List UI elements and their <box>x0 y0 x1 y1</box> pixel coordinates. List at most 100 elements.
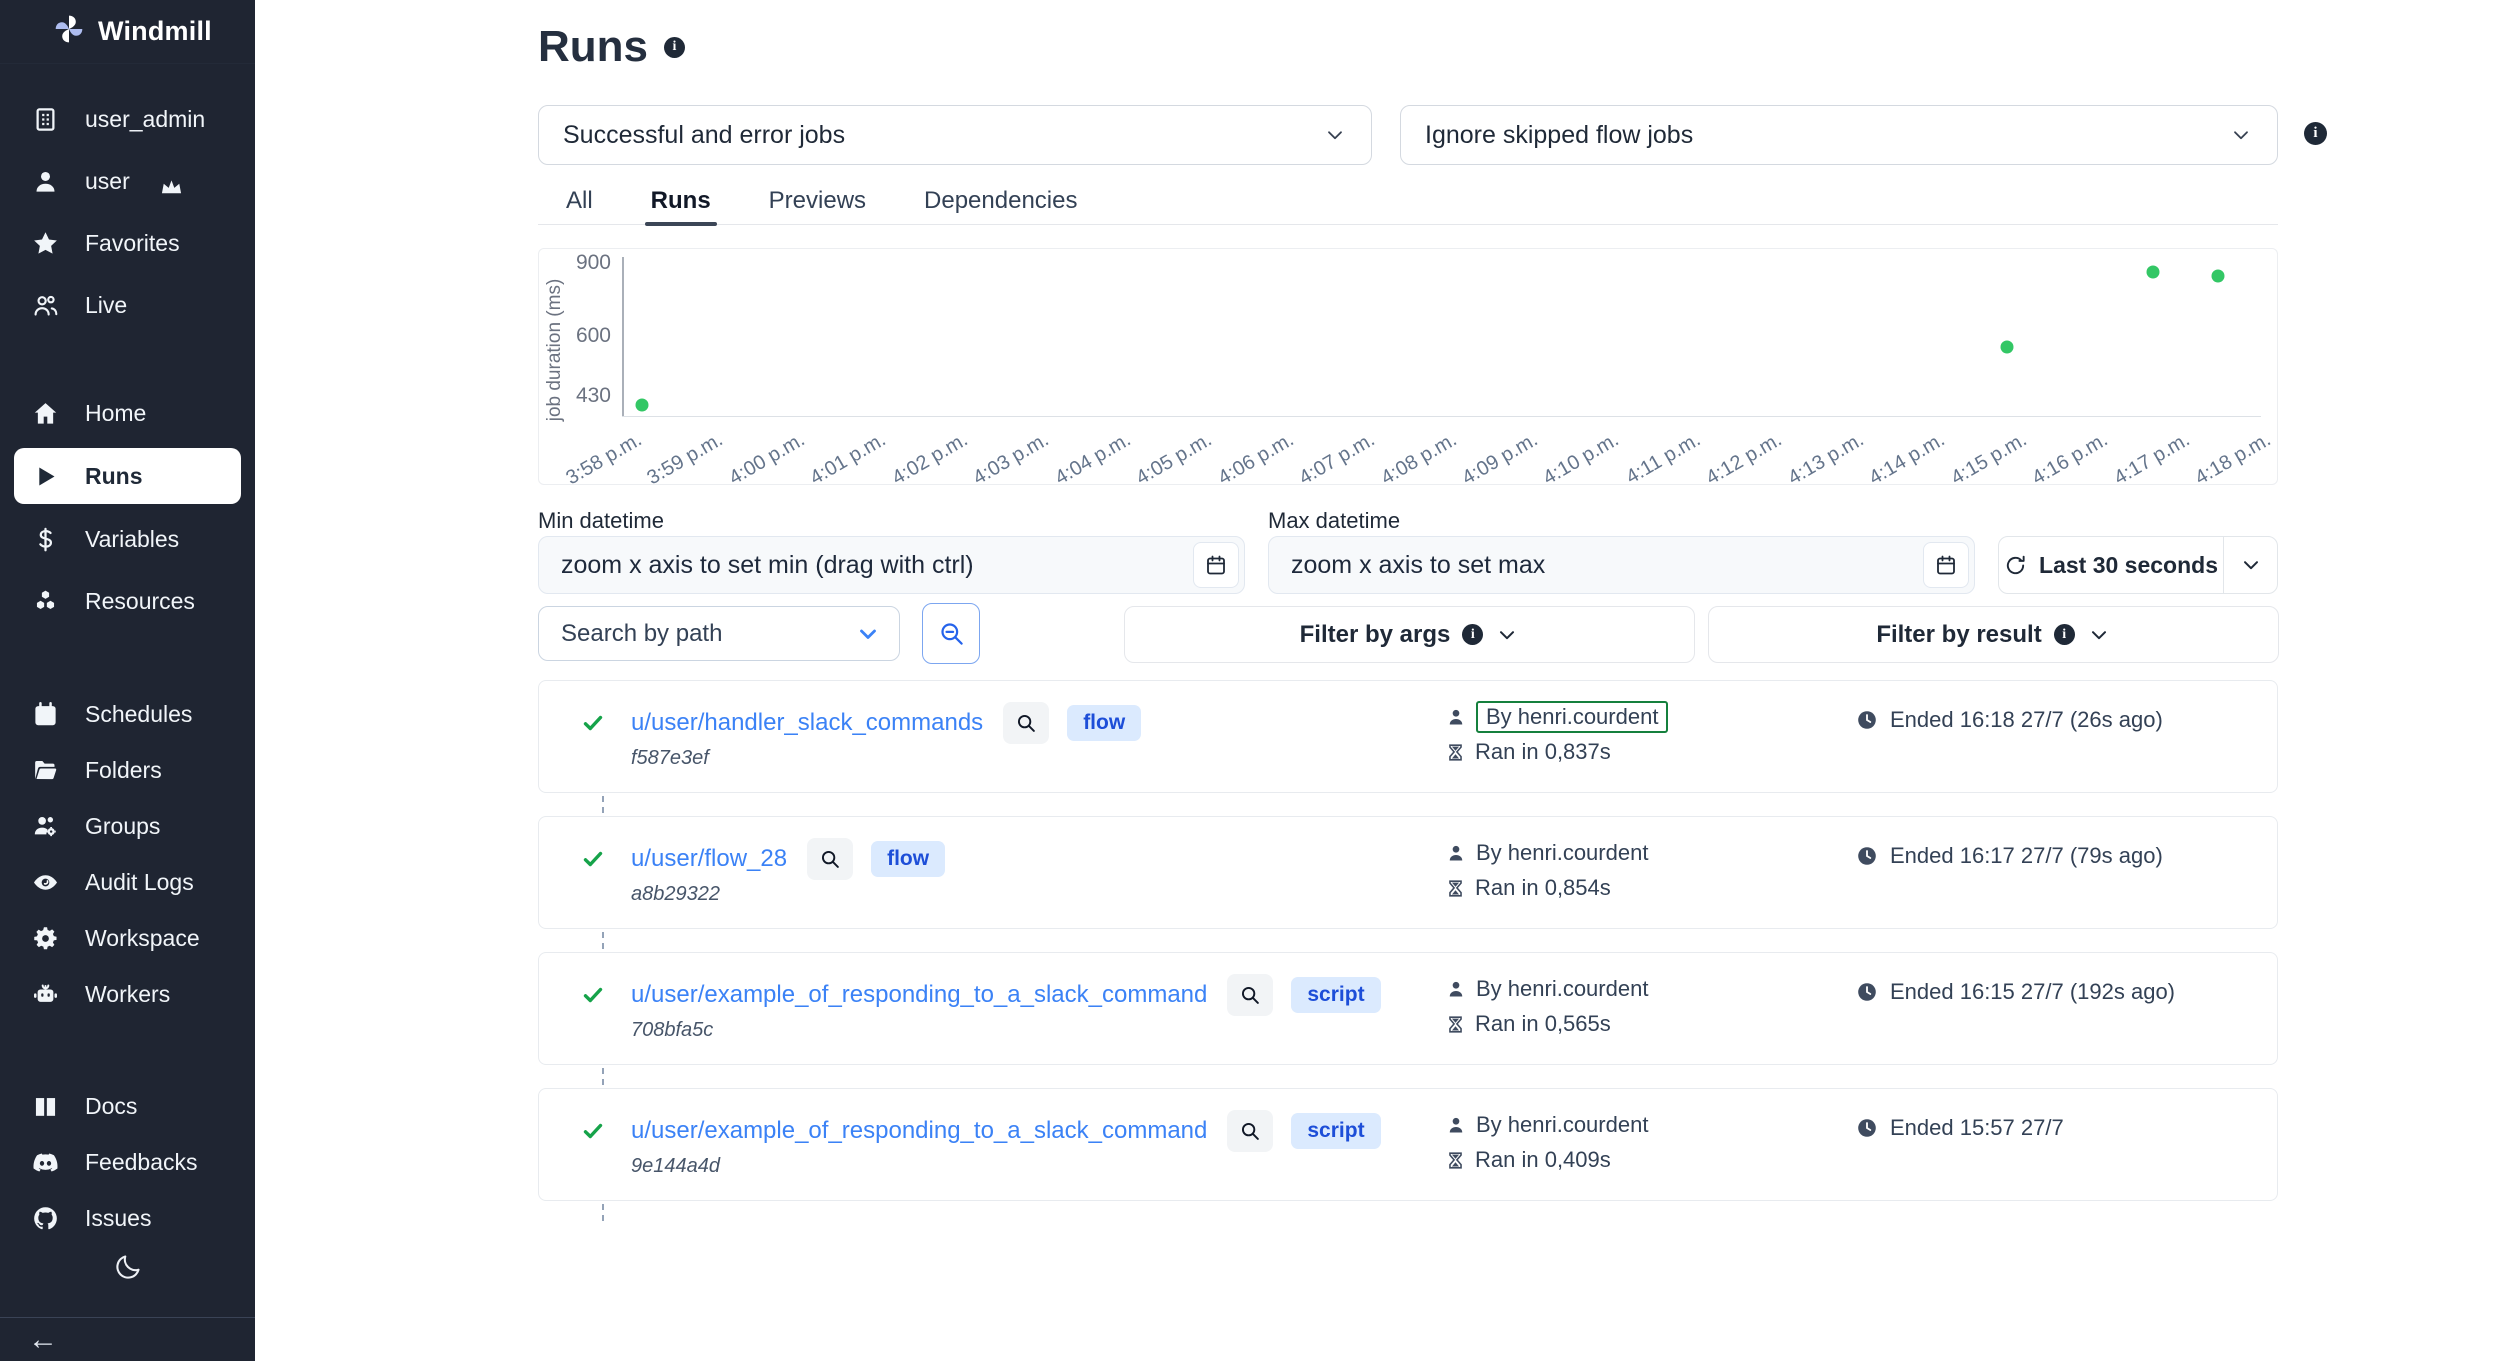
sidebar-item-workspace[interactable]: Workspace <box>0 910 255 966</box>
chart-x-tick: 4:13 p.m. <box>1784 429 1868 491</box>
filters-info-icon[interactable]: i <box>2304 122 2327 145</box>
hourglass-icon <box>1446 743 1465 762</box>
run-by-user: By henri.courdent <box>1476 976 1648 1002</box>
app-logo[interactable]: Windmill <box>0 0 255 64</box>
skipped-flow-jobs-select[interactable]: Ignore skipped flow jobs <box>1400 105 2278 165</box>
hourglass-icon <box>1446 1151 1465 1170</box>
chart-x-tick: 4:12 p.m. <box>1703 429 1787 491</box>
skipped-select-value: Ignore skipped flow jobs <box>1425 121 1693 150</box>
run-duration-text: Ran in 0,565s <box>1475 1011 1611 1037</box>
chart-data-point[interactable] <box>2000 340 2013 353</box>
sidebar-item-label: Resources <box>85 588 195 615</box>
sidebar-item-docs[interactable]: Docs <box>0 1078 255 1134</box>
chart-x-tick: 4:05 p.m. <box>1133 429 1217 491</box>
chart-data-point[interactable] <box>2147 266 2160 279</box>
chart-x-tick: 4:11 p.m. <box>1622 429 1704 490</box>
time-range-button[interactable]: Last 30 seconds <box>1998 536 2278 594</box>
chart-data-point[interactable] <box>636 399 649 412</box>
arrow-left-icon: ← <box>28 1323 58 1357</box>
sidebar-nav: user_adminuserFavoritesLive Home Runs Varia… <box>0 88 255 1246</box>
chevron-down-icon <box>2087 623 2111 647</box>
run-by: By henri.courdent <box>1446 837 1648 869</box>
chart-x-tick: 4:04 p.m. <box>1051 429 1135 491</box>
sidebar-item-folders[interactable]: Folders <box>0 742 255 798</box>
sidebar: Windmill user_adminuserFavoritesLive Home… <box>0 0 255 1361</box>
chart-x-tick: 4:07 p.m. <box>1295 429 1379 491</box>
sidebar-item-runs[interactable]: Runs <box>14 448 241 504</box>
sidebar-item-issues[interactable]: Issues <box>0 1190 255 1246</box>
sidebar-item-schedules[interactable]: Schedules <box>0 686 255 742</box>
run-row[interactable]: u/user/handler_slack_commandsflowf587e3e… <box>538 680 2278 793</box>
sidebar-item-label: Issues <box>85 1205 151 1232</box>
args-info-icon: i <box>1462 624 1483 645</box>
max-datetime-input[interactable] <box>1268 536 1975 594</box>
run-duration: Ran in 0,837s <box>1446 739 1611 765</box>
job-kind-badge: script <box>1291 1113 1380 1149</box>
run-path-link[interactable]: u/user/handler_slack_commands <box>631 709 983 737</box>
sidebar-item-live[interactable]: Live <box>0 274 255 336</box>
person-icon <box>1446 979 1466 999</box>
job-status-select[interactable]: Successful and error jobs <box>538 105 1372 165</box>
duration-chart[interactable]: job duration (ms) 9006004303:58 p.m.3:59… <box>538 248 2278 485</box>
hourglass-icon <box>1446 1015 1465 1034</box>
filter-by-args-button[interactable]: Filter by args i <box>1124 606 1695 663</box>
run-row[interactable]: u/user/flow_28flowa8b29322By henri.courd… <box>538 816 2278 929</box>
sidebar-item-feedbacks[interactable]: Feedbacks <box>0 1134 255 1190</box>
dark-mode-toggle[interactable] <box>0 1252 255 1287</box>
job-kind-badge: flow <box>871 841 945 877</box>
min-datetime-input[interactable] <box>538 536 1245 594</box>
github-icon <box>32 1205 59 1232</box>
job-kind-tabs: All Runs Previews Dependencies <box>538 178 2278 225</box>
sidebar-item-user-admin[interactable]: user_admin <box>0 88 255 150</box>
sidebar-item-favorites[interactable]: Favorites <box>0 212 255 274</box>
min-datetime-label: Min datetime <box>538 508 664 534</box>
run-path-link[interactable]: u/user/example_of_responding_to_a_slack_… <box>631 981 1207 1009</box>
tab-dependencies[interactable]: Dependencies <box>918 178 1083 224</box>
chart-data-point[interactable] <box>2212 270 2225 283</box>
run-path-link[interactable]: u/user/example_of_responding_to_a_slack_… <box>631 1117 1207 1145</box>
runs-info-icon[interactable]: i <box>664 37 685 58</box>
run-ended: Ended 15:57 27/7 <box>1856 1115 2064 1141</box>
person-icon <box>1446 1115 1466 1135</box>
chart-x-tick: 4:09 p.m. <box>1458 429 1542 491</box>
success-check-icon <box>581 983 631 1007</box>
clock-icon <box>1856 709 1878 731</box>
sidebar-item-resources[interactable]: Resources <box>0 570 255 632</box>
inspect-run-button[interactable] <box>1003 702 1049 744</box>
run-connector <box>538 793 2278 816</box>
min-datetime-calendar-button[interactable] <box>1193 542 1239 588</box>
success-check-icon <box>581 847 631 871</box>
chart-y-tick: 600 <box>549 324 611 348</box>
sidebar-item-label: Docs <box>85 1093 137 1120</box>
calendar-icon <box>32 701 59 728</box>
page-title-text: Runs <box>538 22 648 72</box>
sidebar-item-label: Runs <box>85 463 143 490</box>
run-path-link[interactable]: u/user/flow_28 <box>631 845 787 873</box>
tab-all[interactable]: All <box>560 178 599 224</box>
sidebar-item-workers[interactable]: Workers <box>0 966 255 1022</box>
run-by: By henri.courdent <box>1446 1109 1648 1141</box>
sidebar-item-user[interactable]: user <box>0 150 255 212</box>
tab-previews[interactable]: Previews <box>763 178 872 224</box>
search-button[interactable] <box>922 603 980 664</box>
filter-by-result-button[interactable]: Filter by result i <box>1708 606 2279 663</box>
chart-x-tick: 4:14 p.m. <box>1866 429 1950 491</box>
collapse-sidebar-button[interactable]: ← <box>0 1317 255 1361</box>
gear-icon <box>32 925 59 952</box>
sidebar-item-audit-logs[interactable]: Audit Logs <box>0 854 255 910</box>
max-datetime-calendar-button[interactable] <box>1923 542 1969 588</box>
sidebar-item-variables[interactable]: Variables <box>0 508 255 570</box>
inspect-run-button[interactable] <box>1227 1110 1273 1152</box>
main-panel: Runs i Successful and error jobs Ignore … <box>255 0 2500 1361</box>
job-kind-badge: script <box>1291 977 1380 1013</box>
run-row[interactable]: u/user/example_of_responding_to_a_slack_… <box>538 952 2278 1065</box>
sidebar-item-groups[interactable]: Groups <box>0 798 255 854</box>
inspect-run-button[interactable] <box>1227 974 1273 1016</box>
search-by-path-select[interactable]: Search by path <box>538 606 900 661</box>
tab-runs[interactable]: Runs <box>645 178 717 224</box>
time-range-dropdown[interactable] <box>2223 537 2277 593</box>
run-row[interactable]: u/user/example_of_responding_to_a_slack_… <box>538 1088 2278 1201</box>
inspect-run-button[interactable] <box>807 838 853 880</box>
sidebar-item-home[interactable]: Home <box>0 382 255 444</box>
clock-icon <box>1856 845 1878 867</box>
